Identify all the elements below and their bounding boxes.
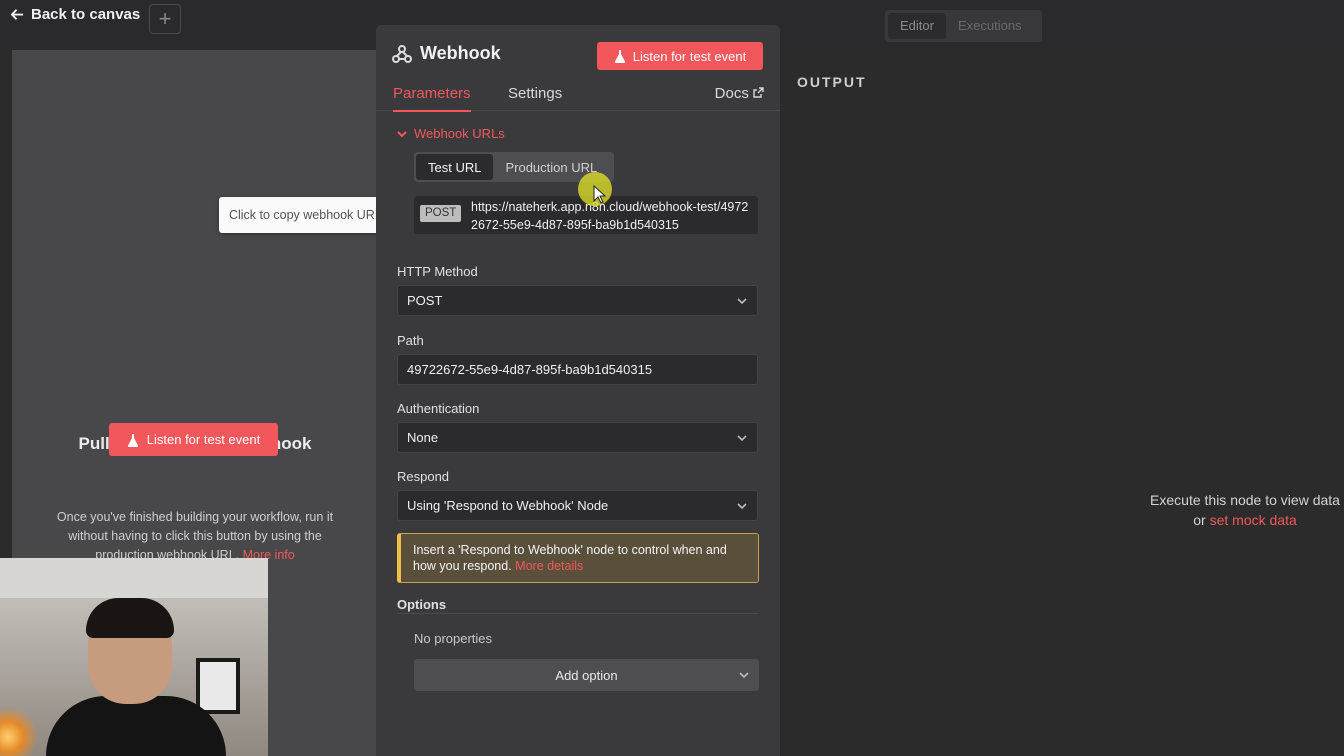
- path-input[interactable]: 49722672-55e9-4d87-895f-ba9b1d540315: [397, 354, 758, 385]
- flask-icon: [614, 50, 625, 63]
- method-badge: POST: [420, 205, 462, 222]
- node-title: Webhook: [420, 43, 501, 63]
- input-hint: Once you've finished building your workf…: [40, 508, 350, 565]
- tab-parameters[interactable]: Parameters: [393, 85, 471, 112]
- path-label: Path: [397, 333, 424, 348]
- arrow-left-icon: [10, 8, 24, 20]
- node-tabs: Parameters Settings Docs: [376, 81, 780, 112]
- docs-link[interactable]: Docs: [715, 85, 764, 110]
- webhook-icon: [392, 44, 412, 63]
- tab-executions[interactable]: Executions: [946, 13, 1034, 39]
- webcam-overlay: [0, 558, 268, 756]
- listen-for-test-event-button[interactable]: Listen for test event: [597, 42, 763, 70]
- chevron-down-icon: [737, 503, 747, 510]
- output-message-text: Execute this node to view data: [1150, 492, 1340, 508]
- input-listen-label: Listen for test event: [146, 432, 261, 447]
- chevron-down-icon: [397, 130, 407, 137]
- respond-label: Respond: [397, 469, 450, 484]
- back-to-canvas-label: Back to canvas: [31, 5, 141, 23]
- chevron-down-icon: [739, 672, 749, 679]
- external-link-icon: [753, 87, 764, 98]
- tab-editor[interactable]: Editor: [888, 13, 946, 39]
- node-header: Webhook: [392, 43, 501, 64]
- mode-switch: Editor Executions: [885, 10, 1042, 42]
- add-node-button[interactable]: +: [149, 4, 181, 34]
- webhook-url-text: https://nateherk.app.n8n.cloud/webhook-t…: [471, 200, 749, 232]
- webhook-urls-label: Webhook URLs: [414, 126, 505, 141]
- input-listen-button[interactable]: Listen for test event: [109, 423, 278, 456]
- copy-url-tooltip: Click to copy webhook URLs: [219, 197, 398, 233]
- no-properties-text: No properties: [414, 631, 493, 646]
- authentication-select[interactable]: None: [397, 422, 758, 453]
- output-empty-message: Execute this node to view data or set mo…: [1130, 490, 1344, 530]
- chevron-down-icon: [737, 435, 747, 442]
- add-option-button[interactable]: Add option: [414, 659, 759, 691]
- authentication-label: Authentication: [397, 401, 480, 416]
- options-divider: [397, 613, 759, 614]
- webhook-urls-toggle[interactable]: Webhook URLs: [397, 126, 505, 141]
- options-label: Options: [397, 597, 447, 612]
- output-message-prefix: or: [1193, 512, 1206, 528]
- chevron-down-icon: [737, 298, 747, 305]
- respond-value: Using 'Respond to Webhook' Node: [407, 498, 609, 513]
- docs-label: Docs: [714, 85, 749, 102]
- listen-label: Listen for test event: [632, 48, 747, 64]
- more-details-link[interactable]: More details: [515, 559, 583, 573]
- output-panel: OUTPUT Execute this node to view data or…: [780, 48, 1344, 756]
- tab-test-url[interactable]: Test URL: [416, 154, 494, 180]
- flask-icon: [127, 433, 138, 447]
- set-mock-data-link[interactable]: set mock data: [1210, 512, 1297, 528]
- node-details-panel: Webhook Listen for test event Parameters…: [376, 25, 780, 756]
- add-option-label: Add option: [555, 667, 618, 683]
- back-to-canvas-button[interactable]: Back to canvas: [10, 4, 140, 24]
- respond-notice: Insert a 'Respond to Webhook' node to co…: [397, 533, 759, 583]
- http-method-value: POST: [407, 293, 443, 308]
- authentication-value: None: [407, 430, 439, 445]
- http-method-select[interactable]: POST: [397, 285, 758, 316]
- mouse-cursor-icon: [593, 185, 607, 204]
- tab-settings[interactable]: Settings: [508, 85, 562, 110]
- output-title: OUTPUT: [797, 74, 867, 90]
- http-method-label: HTTP Method: [397, 264, 478, 279]
- respond-select[interactable]: Using 'Respond to Webhook' Node: [397, 490, 758, 521]
- path-value: 49722672-55e9-4d87-895f-ba9b1d540315: [407, 362, 653, 377]
